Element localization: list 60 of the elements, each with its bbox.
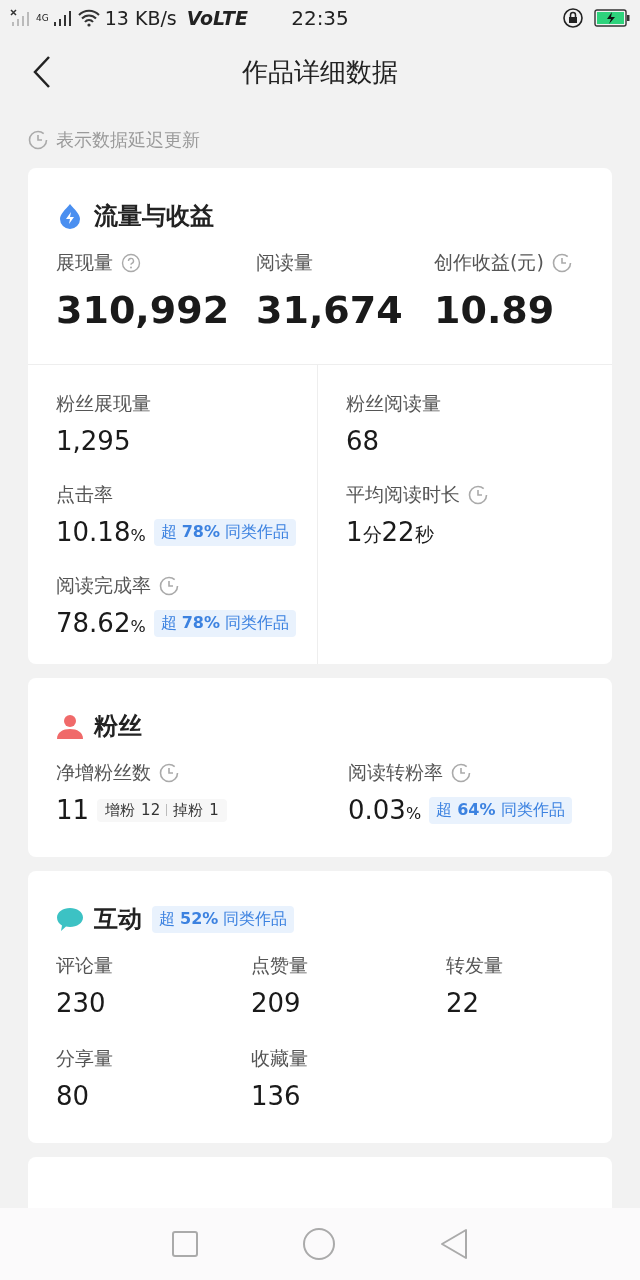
clock-icon xyxy=(28,130,48,150)
metric-label: 分享量 xyxy=(56,1046,113,1071)
metric-value: 1分22秒 xyxy=(346,517,434,548)
metric-value: 136 xyxy=(251,1081,301,1111)
metric-value: 10.18% xyxy=(56,517,146,547)
section-title: 互动 xyxy=(94,904,142,935)
breakdown-value: 12 xyxy=(141,801,161,819)
metric-value: 78.62% xyxy=(56,608,146,638)
volte-label: VoLTE xyxy=(186,7,248,29)
rank-badge: 超 64% 同类作品 xyxy=(429,796,572,824)
network-speed: 13 KB/s xyxy=(104,7,177,29)
metric-label: 粉丝阅读量 xyxy=(346,391,441,416)
rank-badge: 超 78% 同类作品 xyxy=(153,609,297,637)
metric-value: 10.89 xyxy=(434,288,555,332)
metric-label: 粉丝展现量 xyxy=(56,391,151,416)
rotation-lock-icon xyxy=(562,7,584,29)
metric-label: 阅读完成率 xyxy=(56,573,151,598)
metric-label: 评论量 xyxy=(56,953,113,978)
breakdown-label: 掉粉 xyxy=(173,800,204,820)
section-title: 流量与收益 xyxy=(94,201,214,232)
page-title: 作品详细数据 xyxy=(242,55,398,89)
person-icon xyxy=(56,712,84,740)
back-nav-button[interactable] xyxy=(438,1228,469,1260)
metric-value: 310,992 xyxy=(56,288,230,332)
delay-notice: 表示数据延迟更新 xyxy=(56,128,200,152)
signal-icon xyxy=(52,8,73,28)
wifi-icon xyxy=(76,8,101,28)
section-title: 粉丝 xyxy=(94,711,142,742)
metric-value: 68 xyxy=(346,426,380,456)
back-button[interactable] xyxy=(32,55,52,89)
metric-label: 转发量 xyxy=(446,953,503,978)
metric-value: 22 xyxy=(446,988,480,1018)
metric-value: 11 xyxy=(56,795,90,825)
metric-value: 1,295 xyxy=(56,426,131,456)
help-icon[interactable] xyxy=(121,253,141,273)
metric-value: 230 xyxy=(56,988,106,1018)
metric-label: 点赞量 xyxy=(251,953,308,978)
metric-value: 31,674 xyxy=(256,288,403,332)
metric-label: 平均阅读时长 xyxy=(346,482,460,507)
breakdown-label: 增粉 xyxy=(105,800,136,820)
metric-value: 0.03% xyxy=(348,795,422,825)
recent-apps-button[interactable] xyxy=(171,1230,200,1258)
metric-label: 收藏量 xyxy=(251,1046,308,1071)
metric-label: 阅读量 xyxy=(256,250,313,275)
metric-label: 创作收益(元) xyxy=(434,250,544,275)
metric-value: 209 xyxy=(251,988,301,1018)
network-type: 4G xyxy=(36,13,49,23)
chat-icon xyxy=(56,905,84,933)
clock-time: 22:35 xyxy=(291,6,349,30)
home-button[interactable] xyxy=(302,1227,336,1261)
rank-badge: 超 52% 同类作品 xyxy=(152,905,295,933)
metric-label: 展现量 xyxy=(56,250,113,275)
breakdown-value: 1 xyxy=(209,801,219,819)
battery-icon xyxy=(594,9,630,27)
metric-label: 点击率 xyxy=(56,482,113,507)
signal-icon xyxy=(10,8,32,28)
metric-label: 阅读转粉率 xyxy=(348,760,443,785)
metric-value: 80 xyxy=(56,1081,90,1111)
rank-badge: 超 78% 同类作品 xyxy=(153,518,297,546)
metric-label: 净增粉丝数 xyxy=(56,760,151,785)
